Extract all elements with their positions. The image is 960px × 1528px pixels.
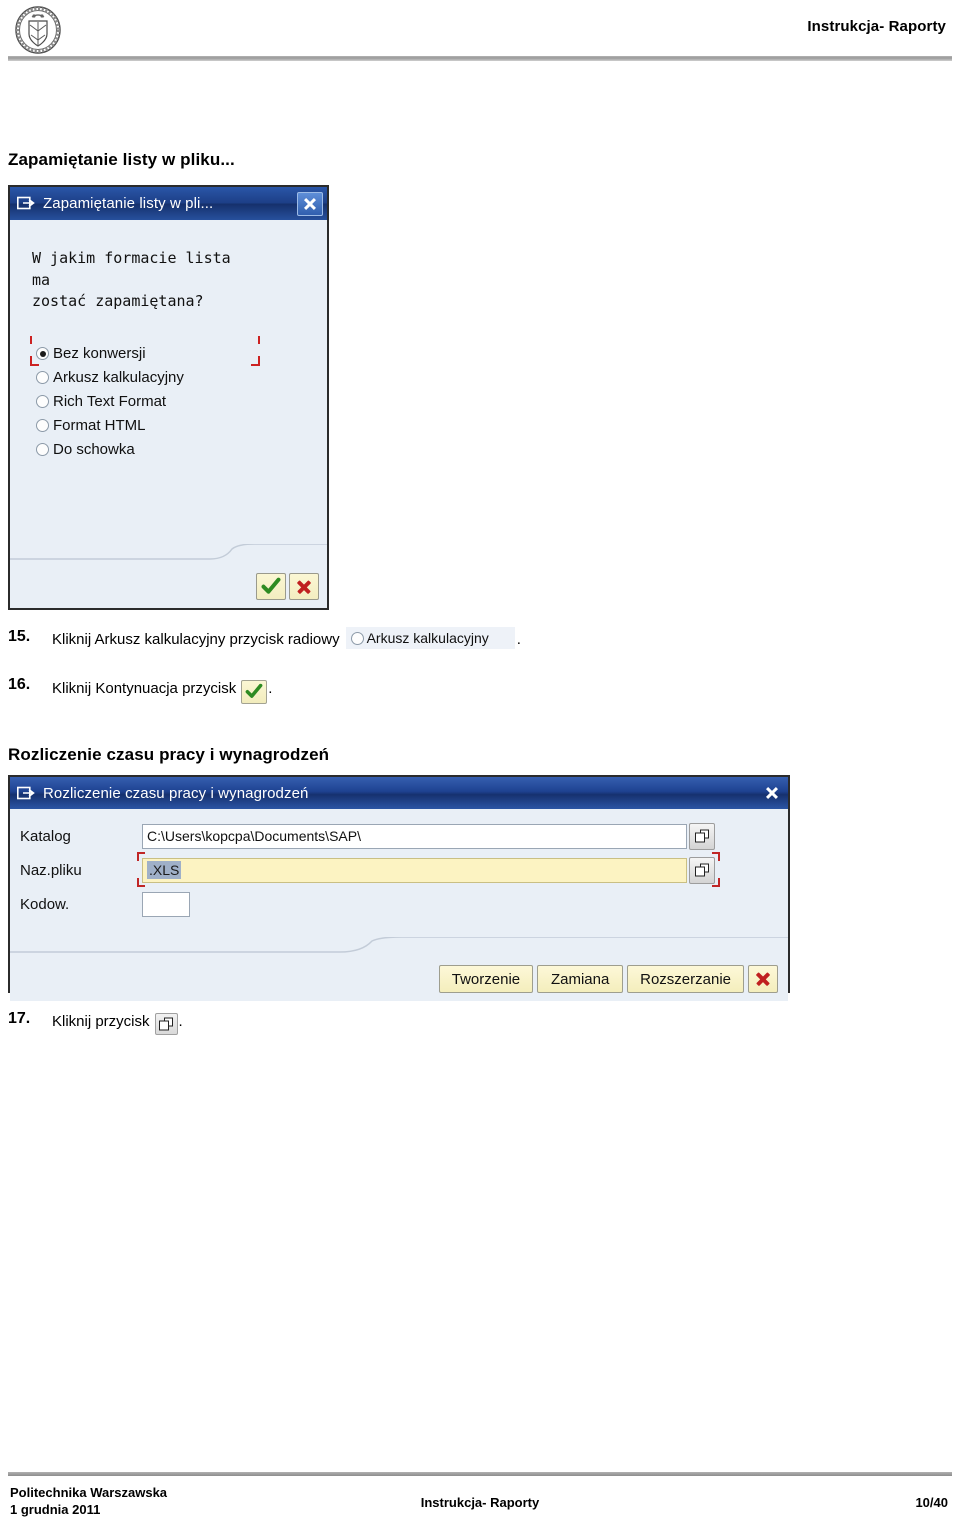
dialog-footer-separator: [10, 544, 327, 562]
radio-option-arkusz-kalkulacyjny[interactable]: Arkusz kalkulacyjny: [36, 366, 184, 389]
form-row-kodow: Kodow.: [10, 887, 788, 921]
browse-button-nazpliku[interactable]: [689, 856, 715, 884]
step-number: 17.: [8, 1010, 31, 1027]
radio-label: Arkusz kalkulacyjny: [53, 369, 184, 386]
label-kodow: Kodow.: [20, 895, 70, 913]
dialog-question-text: W jakim formacie lista ma zostać zapamię…: [32, 248, 312, 313]
radio-option-do-schowka[interactable]: Do schowka: [36, 438, 184, 461]
radio-button-icon: [36, 419, 49, 432]
sap-window-icon: [17, 786, 36, 801]
radio-button-icon: [36, 347, 49, 360]
form-row-katalog: Katalog C:\Users\kopcpa\Documents\SAP\: [10, 819, 788, 853]
radio-button-icon: [36, 443, 49, 456]
dialog-rozliczenie-title: Rozliczenie czasu pracy i wynagrodzeń: [43, 784, 309, 802]
dialog-rozliczenie: Rozliczenie czasu pracy i wynagrodzeń Ka…: [8, 775, 790, 1001]
tworzenie-button[interactable]: Tworzenie: [438, 965, 534, 993]
dialog-save-list-titlebar: Zapamiętanie listy w pli...: [10, 187, 327, 220]
header-title: Instrukcja- Raporty: [807, 18, 946, 35]
radio-option-format-html[interactable]: Format HTML: [36, 414, 184, 437]
step-number: 16.: [8, 676, 31, 693]
question-line-1: W jakim formacie lista: [32, 249, 231, 267]
step-text: Kliknij przycisk: [52, 1012, 150, 1030]
dialog-save-list-body: W jakim formacie lista ma zostać zapamię…: [10, 220, 327, 608]
cancel-x-button[interactable]: [289, 573, 319, 600]
inline-radio-snippet: Arkusz kalkulacyjny: [345, 627, 515, 649]
step-text: Kliknij Kontynuacja przycisk: [52, 679, 237, 697]
nazpliku-input[interactable]: .XLS: [142, 857, 687, 883]
footer-center-title: Instrukcja- Raporty: [420, 1495, 540, 1510]
dialog-rozliczenie-buttons: Tworzenie Zamiana Rozszerzanie: [438, 965, 778, 993]
dialog-rozliczenie-titlebar: Rozliczenie czasu pracy i wynagrodzeń: [10, 777, 788, 809]
label-katalog: Katalog: [20, 827, 71, 845]
step-number: 15.: [8, 628, 31, 645]
question-line-3: zostać zapamiętana?: [32, 292, 204, 310]
radio-option-rich-text-format[interactable]: Rich Text Format: [36, 390, 184, 413]
browse-button-katalog[interactable]: [689, 822, 715, 850]
zamiana-button[interactable]: Zamiana: [537, 965, 624, 993]
footer-divider: [8, 1472, 952, 1476]
step-content: Kliknij Kontynuacja przycisk .: [52, 676, 273, 704]
continue-check-button[interactable]: [256, 573, 286, 600]
close-icon[interactable]: [760, 782, 784, 804]
step-16: 16. Kliknij Kontynuacja przycisk .: [8, 676, 273, 704]
rozszerzanie-button[interactable]: Rozszerzanie: [627, 965, 744, 993]
step-text: Kliknij Arkusz kalkulacyjny przycisk rad…: [52, 630, 340, 648]
step-15: 15. Kliknij Arkusz kalkulacyjny przycisk…: [8, 627, 521, 650]
radio-label: Do schowka: [53, 441, 135, 458]
step-text-suffix: .: [516, 630, 521, 648]
label-nazpliku: Naz.pliku: [20, 861, 82, 879]
field-wrap-katalog: C:\Users\kopcpa\Documents\SAP\: [142, 822, 715, 850]
field-wrap-kodow: [142, 891, 190, 917]
radio-label: Format HTML: [53, 417, 146, 434]
step-text-suffix: .: [178, 1012, 183, 1030]
dialog-save-list: Zapamiętanie listy w pli... W jakim form…: [8, 185, 329, 610]
radio-label: Rich Text Format: [53, 393, 167, 410]
question-line-2: ma: [32, 270, 51, 289]
radio-button-icon: [36, 395, 49, 408]
browse-button-icon: [154, 1013, 178, 1035]
cancel-x-button[interactable]: [748, 965, 778, 993]
format-radio-group: Bez konwersji Arkusz kalkulacyjny Rich T…: [36, 342, 184, 462]
green-check-button-icon: [241, 680, 268, 704]
step-content: Kliknij przycisk .: [52, 1010, 183, 1035]
section-title-save-list: Zapamiętanie listy w pliku...: [8, 150, 235, 169]
footer-page-number: 10/40: [915, 1495, 948, 1510]
form-row-nazpliku: Naz.pliku .XLS: [10, 851, 788, 887]
dialog-footer-separator: [10, 937, 788, 955]
nazpliku-value: .XLS: [147, 860, 182, 879]
dialog-save-list-title: Zapamiętanie listy w pli...: [43, 195, 214, 212]
page-footer: Politechnika Warszawska 1 grudnia 2011 I…: [0, 1484, 960, 1528]
inline-radio-label: Arkusz kalkulacyjny: [366, 630, 489, 646]
katalog-input[interactable]: C:\Users\kopcpa\Documents\SAP\: [142, 823, 687, 849]
radio-button-icon: [350, 631, 364, 645]
field-wrap-nazpliku: .XLS: [137, 851, 720, 887]
radio-button-icon: [36, 371, 49, 384]
radio-option-bez-konwersji[interactable]: Bez konwersji: [36, 342, 184, 365]
page-header: Instrukcja- Raporty: [0, 0, 960, 62]
header-divider: [8, 56, 952, 61]
sap-window-icon: [17, 196, 36, 211]
step-text-suffix: .: [268, 679, 273, 697]
step-content: Kliknij Arkusz kalkulacyjny przycisk rad…: [52, 627, 521, 650]
dialog-rozliczenie-body: Katalog C:\Users\kopcpa\Documents\SAP\ N…: [10, 809, 788, 1001]
step-17: 17. Kliknij przycisk .: [8, 1010, 183, 1035]
dialog-save-list-buttons: [256, 573, 319, 600]
kodow-input[interactable]: [142, 891, 190, 917]
radio-label: Bez konwersji: [53, 345, 146, 362]
close-icon[interactable]: [297, 191, 323, 216]
section-title-rozliczenie: Rozliczenie czasu pracy i wynagrodzeń: [8, 745, 330, 764]
university-crest-icon: [10, 5, 66, 55]
